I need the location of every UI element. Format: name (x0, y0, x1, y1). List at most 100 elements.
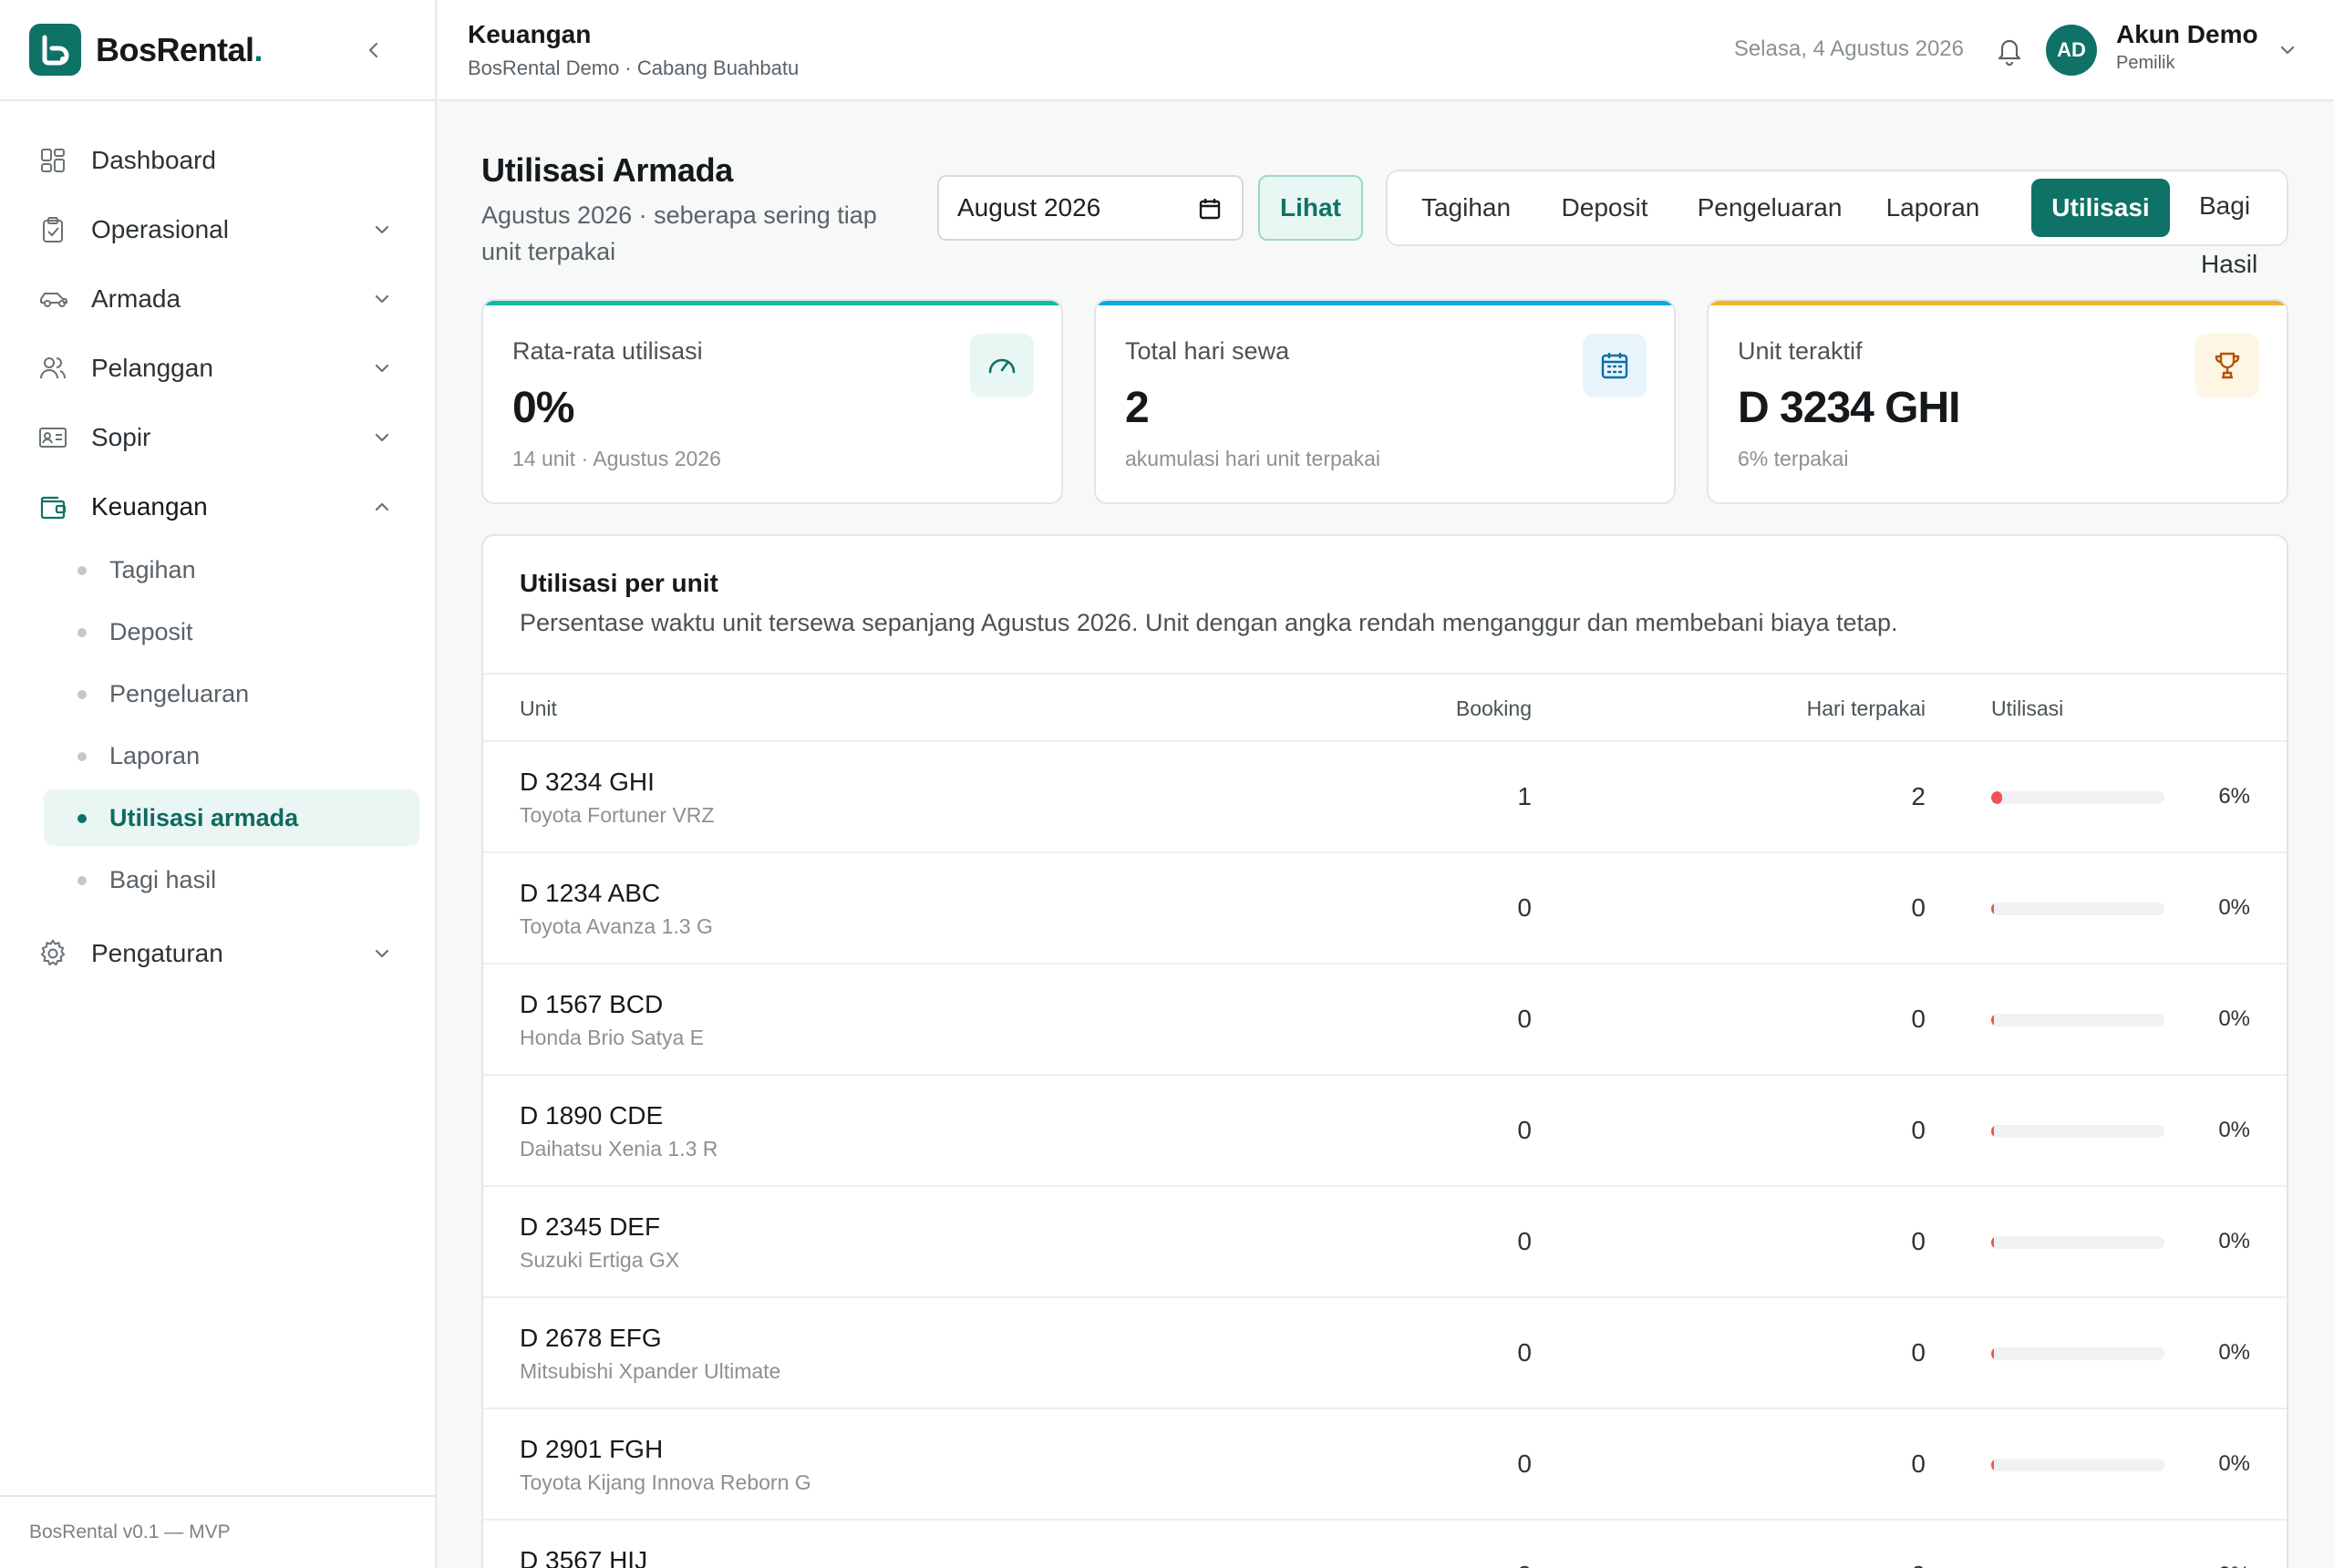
view-button[interactable]: Lihat (1258, 175, 1363, 241)
sidebar-subitem-label: Deposit (109, 617, 193, 645)
sidebar-subitem-pengeluaran[interactable]: Pengeluaran (44, 665, 419, 722)
sidebar-item-label: Operasional (91, 215, 229, 243)
chevron-down-icon (367, 354, 397, 383)
stat-card-total-rental-days: Total hari sewa 2 akumulasi hari unit te… (1094, 299, 1676, 504)
stat-value: D 3234 GHI (1738, 384, 1960, 432)
utilization-table-card: Utilisasi per unit Persentase waktu unit… (481, 534, 2288, 1568)
sidebar-item-pengaturan[interactable]: Pengaturan (0, 919, 435, 988)
table-header: Unit Booking Hari terpakai Utilisasi (483, 673, 2287, 742)
chevron-down-icon (367, 284, 397, 314)
sidebar-item-label: Armada (91, 284, 181, 313)
unit-model: Toyota Fortuner VRZ (520, 803, 715, 827)
column-header-utilisasi[interactable]: Utilisasi (1991, 696, 2063, 721)
stat-label: Total hari sewa (1125, 337, 1290, 365)
column-header-booking[interactable]: Booking (1456, 696, 1532, 721)
sidebar-nav: Dashboard Operasional Armada Pelanggan S… (0, 101, 435, 988)
tab-bagi-hasil[interactable]: Bagi (2199, 191, 2250, 221)
avatar[interactable]: AD (2046, 25, 2097, 76)
stat-value: 2 (1125, 384, 1150, 432)
sidebar-footer: BosRental v0.1 — MVP (0, 1495, 435, 1568)
chevron-down-icon[interactable] (2274, 36, 2301, 64)
utilization-bar (1991, 1236, 2164, 1249)
table-row[interactable]: D 2345 DEF Suzuki Ertiga GX 0 0 0% (483, 1187, 2287, 1298)
table-row[interactable]: D 1567 BCD Honda Brio Satya E 0 0 0% (483, 965, 2287, 1076)
table-row[interactable]: D 2901 FGH Toyota Kijang Innova Reborn G 0… (483, 1409, 2287, 1521)
table-title: Utilisasi per unit (520, 569, 718, 597)
sidebar-item-operasional[interactable]: Operasional (0, 195, 435, 264)
sidebar-item-label: Keuangan (91, 492, 208, 521)
tab-tagihan[interactable]: Tagihan (1406, 179, 1526, 237)
tab-utilisasi[interactable]: Utilisasi (2031, 179, 2170, 237)
utilization-percent: 0% (2218, 895, 2250, 920)
stat-card-average-utilization: Rata-rata utilisasi 0% 14 unit · Agustus… (481, 299, 1063, 504)
users-icon (36, 352, 69, 385)
unit-model: Toyota Kijang Innova Reborn G (520, 1470, 811, 1494)
calendar-icon (1583, 334, 1647, 397)
utilization-bar-fill (1991, 1125, 1994, 1138)
unit-model: Honda Brio Satya E (520, 1026, 705, 1049)
utilization-bar-fill (1991, 903, 1994, 915)
gear-icon (36, 937, 69, 970)
bullet-icon (77, 690, 87, 699)
grid-icon (36, 144, 69, 177)
bullet-icon (77, 876, 87, 885)
collapse-sidebar-icon[interactable] (358, 35, 389, 66)
days-used: 0 (1911, 893, 1926, 922)
sidebar-item-sopir[interactable]: Sopir (0, 403, 435, 472)
stat-note: 14 unit · Agustus 2026 (512, 447, 721, 470)
sidebar-subitem-deposit[interactable]: Deposit (44, 603, 419, 660)
sidebar-item-armada[interactable]: Armada (0, 264, 435, 334)
days-used: 0 (1911, 1449, 1926, 1478)
table-row[interactable]: D 3567 HIJ 0 0 0% (483, 1521, 2287, 1568)
utilization-percent: 0% (2218, 1340, 2250, 1365)
unit-plate: D 3234 GHI (520, 768, 655, 796)
sidebar-item-keuangan[interactable]: Keuangan (0, 472, 435, 542)
clipboard-icon (36, 213, 69, 246)
stat-note: akumulasi hari unit terpakai (1125, 447, 1380, 470)
days-used: 0 (1911, 1338, 1926, 1367)
brand-logo-icon[interactable] (29, 24, 81, 76)
wallet-icon (36, 490, 69, 523)
header-date: Selasa, 4 Agustus 2026 (1733, 36, 1964, 61)
sidebar-item-dashboard[interactable]: Dashboard (0, 126, 435, 195)
column-header-hari-terpakai[interactable]: Hari terpakai (1807, 696, 1926, 721)
month-picker-input[interactable]: August 2026 (937, 175, 1244, 241)
sidebar-subitem-utilisasi-armada[interactable]: Utilisasi armada (44, 789, 419, 846)
id-card-icon (36, 421, 69, 454)
table-row[interactable]: D 2678 EFG Mitsubishi Xpander Ultimate 0 0 0… (483, 1298, 2287, 1409)
stat-label: Rata-rata utilisasi (512, 337, 703, 365)
booking-count: 0 (1517, 1561, 1532, 1568)
utilization-percent: 0% (2218, 1563, 2250, 1568)
tab-bagi-hasil-line2[interactable]: Hasil (2201, 250, 2257, 279)
bullet-icon (77, 814, 87, 823)
booking-count: 0 (1517, 893, 1532, 922)
calendar-picker-icon[interactable] (1196, 195, 1224, 222)
sidebar-subitem-laporan[interactable]: Laporan (44, 727, 419, 784)
keuangan-submenu: Tagihan Deposit Pengeluaran Laporan Util… (0, 542, 435, 919)
tab-pengeluaran[interactable]: Pengeluaran (1687, 179, 1853, 237)
days-used: 0 (1911, 1116, 1926, 1144)
table-row[interactable]: D 3234 GHI Toyota Fortuner VRZ 1 2 6% (483, 742, 2287, 853)
sidebar-subitem-bagi-hasil[interactable]: Bagi hasil (44, 851, 419, 908)
unit-plate: D 1234 ABC (520, 879, 661, 907)
tab-deposit[interactable]: Deposit (1544, 179, 1665, 237)
utilization-bar-fill (1991, 1236, 1994, 1249)
column-header-unit[interactable]: Unit (520, 696, 557, 721)
booking-count: 0 (1517, 1227, 1532, 1255)
tab-laporan[interactable]: Laporan (1874, 179, 1991, 237)
unit-plate: D 1890 CDE (520, 1101, 664, 1130)
table-row[interactable]: D 1234 ABC Toyota Avanza 1.3 G 0 0 0% (483, 853, 2287, 965)
sidebar-item-pelanggan[interactable]: Pelanggan (0, 334, 435, 403)
sidebar-subitem-tagihan[interactable]: Tagihan (44, 542, 419, 598)
user-name[interactable]: Akun Demo (2116, 20, 2258, 49)
booking-count: 0 (1517, 1449, 1532, 1478)
header-subtitle: BosRental Demo · Cabang Buahbatu (468, 57, 800, 79)
bullet-icon (77, 566, 87, 575)
table-row[interactable]: D 1890 CDE Daihatsu Xenia 1.3 R 0 0 0% (483, 1076, 2287, 1187)
bell-icon[interactable] (1991, 33, 2028, 69)
unit-model: Suzuki Ertiga GX (520, 1248, 680, 1272)
booking-count: 1 (1517, 782, 1532, 810)
utilization-percent: 0% (2218, 1229, 2250, 1253)
unit-plate: D 1567 BCD (520, 990, 664, 1018)
sidebar: BosRental. Dashboard Operasional Armada (0, 0, 437, 1568)
